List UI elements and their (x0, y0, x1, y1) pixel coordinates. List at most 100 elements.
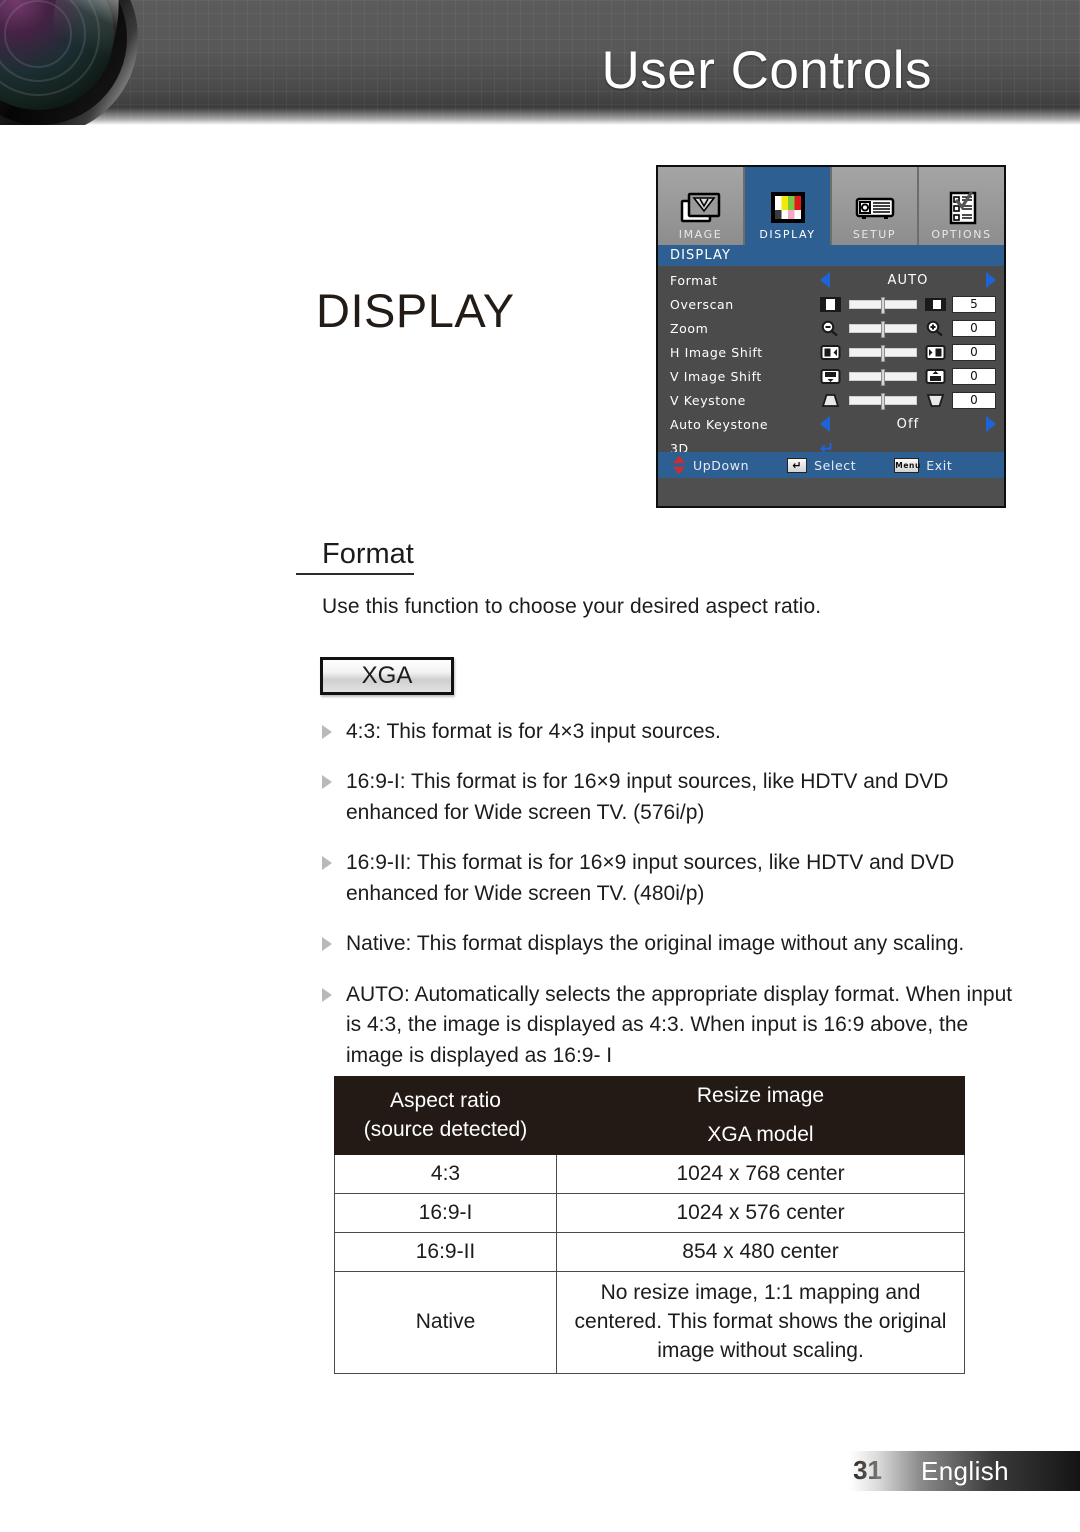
table-row: 16:9-II 854 x 480 center (334, 1232, 965, 1272)
osd-hint-label: UpDown (693, 457, 750, 473)
slider-knob[interactable] (881, 320, 885, 338)
osd-hint-label: Exit (926, 457, 953, 473)
osd-tab-label: SETUP (852, 228, 897, 241)
chevron-right-icon[interactable] (986, 416, 996, 432)
osd-row-v-image-shift[interactable]: V Image Shift 0 (658, 364, 1004, 388)
osd-row-label: V Image Shift (670, 368, 762, 384)
v-shift-slider[interactable] (849, 368, 917, 386)
osd-tab-label: DISPLAY (759, 228, 816, 241)
page-title: User Controls (601, 41, 932, 100)
subsection-header: Format (296, 538, 596, 575)
osd-hint-exit: Menu Exit (894, 457, 953, 473)
list-item: 4:3: This format is for 4×3 input source… (322, 717, 1022, 747)
checklist-options-icon (941, 191, 983, 225)
table-cell-ratio: 16:9-II (334, 1232, 557, 1272)
table-cell-resize: 1024 x 768 center (556, 1154, 965, 1194)
table-cell-resize: No resize image, 1:1 mapping and centere… (556, 1271, 965, 1374)
osd-row-overscan[interactable]: Overscan 5 (658, 292, 1004, 316)
format-options-list: 4:3: This format is for 4×3 input source… (322, 717, 1022, 1091)
camera-lens-icon (0, 0, 182, 125)
osd-row-h-image-shift[interactable]: H Image Shift 0 (658, 340, 1004, 364)
aspect-ratio-table: Aspect ratio (source detected) Resize im… (334, 1076, 965, 1374)
osd-row-format[interactable]: Format AUTO (658, 268, 1004, 292)
osd-hint-select: ↵ Select (787, 457, 857, 473)
osd-tab-label: IMAGE (678, 228, 723, 241)
list-item-text: 16:9-I: This format is for 16×9 input so… (346, 770, 949, 824)
list-item: 16:9-I: This format is for 16×9 input so… (322, 767, 1022, 828)
osd-menu-items: Format AUTO Overscan 5 Zoom 0 H Image Sh… (658, 266, 1004, 478)
osd-menu-screenshot: IMAGE DISPLAY SETUP OPTIONS DISPLAY Form… (656, 165, 1006, 508)
list-item: Native: This format displays the origina… (322, 929, 1022, 959)
projector-setup-icon (854, 191, 896, 225)
triangle-bullet-icon (322, 767, 346, 828)
language-label: English (920, 1455, 1010, 1486)
chevron-left-icon[interactable] (820, 416, 830, 432)
osd-row-label: Auto Keystone (670, 416, 769, 432)
overscan-narrow-icon (820, 296, 841, 313)
shift-up-icon (925, 368, 946, 385)
language-bar: English (850, 1451, 1080, 1491)
triangle-bullet-icon (322, 717, 346, 747)
h-shift-value[interactable]: 0 (952, 343, 996, 361)
color-bars-display-icon (767, 191, 809, 225)
model-badge-xga: XGA (320, 657, 454, 695)
osd-tab-setup[interactable]: SETUP (832, 167, 919, 245)
image-screen-icon (680, 191, 722, 225)
overscan-value[interactable]: 5 (952, 295, 996, 313)
zoom-slider[interactable] (849, 320, 917, 338)
shift-left-icon (820, 344, 841, 361)
osd-tab-display[interactable]: DISPLAY (745, 167, 832, 245)
table-header-resize-image: Resize image (556, 1076, 965, 1116)
osd-hint-updown: UpDown (672, 456, 749, 474)
triangle-bullet-icon (322, 929, 346, 959)
zoom-value[interactable]: 0 (952, 319, 996, 337)
slider-knob[interactable] (881, 392, 885, 410)
osd-tab-bar: IMAGE DISPLAY SETUP OPTIONS (658, 167, 1004, 245)
osd-row-label: Format (670, 272, 718, 288)
v-shift-value[interactable]: 0 (952, 367, 996, 385)
list-item-text: 4:3: This format is for 4×3 input source… (346, 720, 721, 743)
chevron-left-icon[interactable] (820, 272, 830, 288)
chevron-right-icon[interactable] (986, 272, 996, 288)
triangle-bullet-icon (322, 980, 346, 1071)
osd-row-value: Off (896, 416, 920, 432)
page-header-banner: User Controls (0, 0, 1080, 125)
table-cell-ratio: 16:9-I (334, 1193, 557, 1233)
slider-knob[interactable] (881, 296, 885, 314)
osd-row-label: Zoom (670, 320, 709, 336)
osd-key-hints-bar: UpDown ↵ Select Menu Exit (658, 452, 1004, 478)
overscan-slider[interactable] (849, 296, 917, 314)
table-header-aspect-ratio: Aspect ratio (source detected) (334, 1076, 557, 1155)
up-down-arrows-icon (672, 456, 686, 474)
shift-down-icon (820, 368, 841, 385)
h-shift-slider[interactable] (849, 344, 917, 362)
slider-knob[interactable] (881, 344, 885, 362)
zoom-in-icon (925, 320, 946, 337)
osd-section-title: DISPLAY (658, 245, 1004, 266)
intro-paragraph: Use this function to choose your desired… (322, 595, 822, 618)
osd-row-zoom[interactable]: Zoom 0 (658, 316, 1004, 340)
table-row: Native No resize image, 1:1 mapping and … (334, 1271, 965, 1374)
list-item-text: AUTO: Automatically selects the appropri… (346, 982, 1013, 1067)
slider-knob[interactable] (881, 368, 885, 386)
osd-hint-label: Select (814, 457, 857, 473)
osd-row-auto-keystone[interactable]: Auto Keystone Off (658, 412, 1004, 436)
table-cell-ratio: Native (334, 1271, 557, 1374)
osd-tab-image[interactable]: IMAGE (658, 167, 745, 245)
shift-right-icon (925, 344, 946, 361)
keystone-bottom-icon (925, 392, 946, 409)
list-item: 16:9-II: This format is for 16×9 input s… (322, 848, 1022, 909)
osd-tab-options[interactable]: OPTIONS (919, 167, 1004, 245)
v-keystone-value[interactable]: 0 (952, 391, 996, 409)
keystone-top-icon (820, 392, 841, 409)
table-row: 16:9-I 1024 x 576 center (334, 1193, 965, 1233)
triangle-bullet-icon (322, 848, 346, 909)
table-cell-ratio: 4:3 (334, 1154, 557, 1194)
table-header-xga-model: XGA model (556, 1115, 965, 1155)
v-keystone-slider[interactable] (849, 392, 917, 410)
table-row: 4:3 1024 x 768 center (334, 1154, 965, 1194)
table-header-line1: Aspect ratio (390, 1089, 501, 1113)
subsection-title: Format (296, 538, 414, 575)
osd-row-label: Overscan (670, 296, 734, 312)
osd-row-v-keystone[interactable]: V Keystone 0 (658, 388, 1004, 412)
